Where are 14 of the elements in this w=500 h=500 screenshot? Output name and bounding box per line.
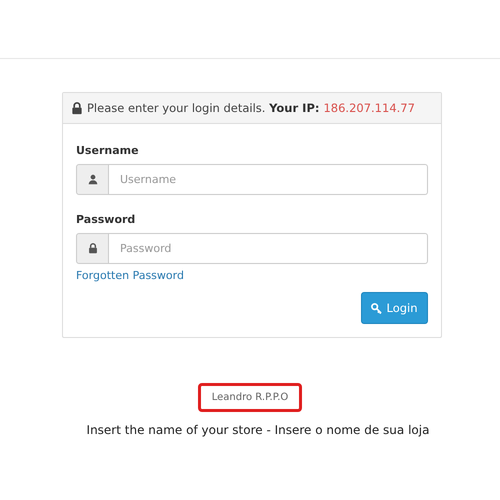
- user-icon: [88, 174, 98, 185]
- instruction-text: Insert the name of your store - Insere o nome de sua loja: [86, 423, 430, 437]
- ip-address: 186.207.114.77: [323, 101, 415, 115]
- login-prompt: Please enter your login details. Your IP:: [87, 101, 320, 115]
- login-button[interactable]: Login: [361, 292, 428, 324]
- username-field[interactable]: Username: [109, 164, 428, 195]
- key-icon: [371, 302, 382, 314]
- password-field[interactable]: Password: [109, 233, 428, 264]
- lock-icon: [71, 102, 83, 114]
- field-label: Username: [76, 144, 140, 157]
- field-label: Password: [76, 213, 136, 226]
- lock-icon: [88, 243, 98, 254]
- forgotten-password-link[interactable]: Forgotten Password: [76, 269, 184, 282]
- store-name: Leandro R.P.P.O: [212, 392, 288, 403]
